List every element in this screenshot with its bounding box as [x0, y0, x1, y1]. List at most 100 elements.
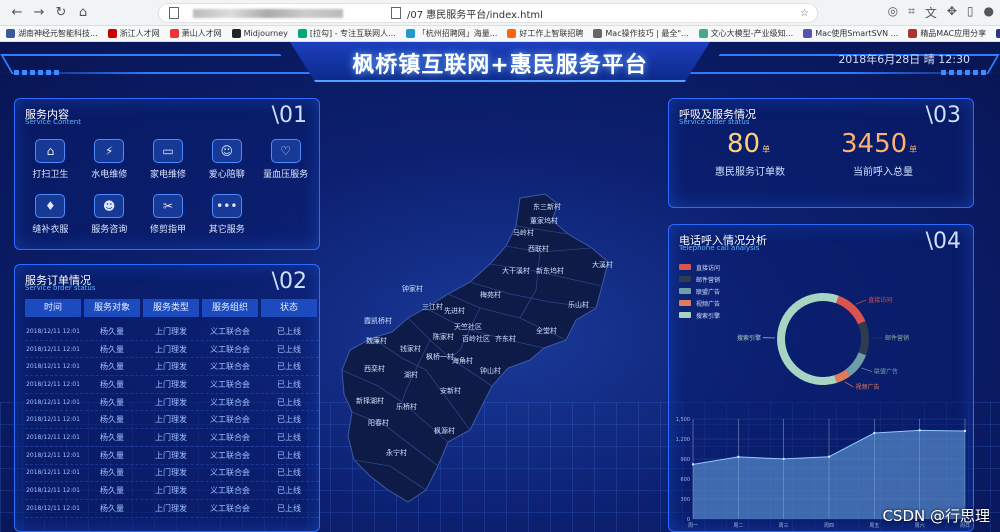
- area-point[interactable]: [827, 455, 831, 458]
- table-header-cell: 状态: [261, 299, 317, 317]
- service-item[interactable]: ♦ 缝补衣服: [21, 194, 80, 235]
- village-label[interactable]: 全堂村: [536, 326, 557, 336]
- area-point[interactable]: [873, 431, 876, 435]
- village-label[interactable]: 三江村: [422, 302, 443, 312]
- area-point[interactable]: [782, 457, 785, 461]
- village-label[interactable]: 海角村: [452, 356, 473, 366]
- bookmark-item[interactable]: 湖南神经元智能科技...: [6, 28, 98, 39]
- village-label[interactable]: 大溪村: [592, 260, 613, 270]
- area-point[interactable]: [918, 429, 921, 432]
- bookmarks-bar: 湖南神经元智能科技... 浙江人才网 萧山人才网 Midjourney [拉勾] - 专…: [0, 26, 1000, 42]
- service-item[interactable]: ✂ 修剪指甲: [139, 194, 198, 235]
- village-label[interactable]: 钟山村: [480, 366, 501, 376]
- table-row: 2018/12/11 12:01 杨久量 上门理发 义工联合会 已上线: [25, 411, 319, 430]
- table-cell: 杨久量: [100, 326, 124, 336]
- bookmark-item[interactable]: 文心大模型-产业级知...: [698, 28, 793, 39]
- extension-icon[interactable]: ◎: [888, 4, 898, 21]
- orders-subtitle: Service order status: [25, 284, 96, 292]
- bookmark-item[interactable]: 「杭州招聘网」海量...: [405, 28, 497, 39]
- service-item[interactable]: ☻ 服务咨询: [80, 194, 139, 235]
- village-label[interactable]: 乐桥村: [396, 402, 417, 412]
- bookmark-label: 湖南神经元智能科技...: [18, 29, 98, 38]
- village-label[interactable]: 新择湖村: [356, 396, 384, 406]
- crop-icon[interactable]: ⌗: [908, 4, 915, 21]
- table-cell: 义工联合会: [210, 450, 250, 460]
- village-label[interactable]: 梅苑村: [480, 290, 501, 300]
- service-item[interactable]: ☺ 爱心陪聊: [197, 139, 256, 180]
- table-cell: 2018/12/11 12:01: [26, 487, 80, 495]
- village-label[interactable]: 东三新村: [533, 202, 561, 212]
- home-icon[interactable]: ⌂: [72, 2, 94, 24]
- area-point[interactable]: [737, 455, 740, 459]
- village-label[interactable]: 齐东村: [495, 334, 516, 344]
- table-cell: 杨久量: [100, 468, 124, 478]
- village-label[interactable]: 钱家村: [400, 344, 421, 354]
- bookmark-item[interactable]: Macbook超级新手使...: [996, 28, 1000, 39]
- y-tick-label: 900: [680, 457, 690, 463]
- table-row: 2018/12/11 12:01 杨久量 上门理发 义工联合会 已上线: [25, 394, 319, 412]
- bookmark-item[interactable]: Midjourney: [231, 29, 288, 38]
- services-grid: ⌂ 打扫卫生 ⚡ 水电维修 ▭ 家电维修 ☺ 爱心陪聊 ♡ 量血压服务 ♦ 缝补衣服 ☻ 服务咨询 ✂ 修剪指…: [21, 139, 315, 235]
- table-cell: 上门理发: [155, 379, 187, 389]
- village-label[interactable]: 陈家村: [433, 332, 454, 342]
- bookmark-label: [拉勾] - 专注互联网人...: [309, 29, 396, 38]
- sidebar-icon[interactable]: ▯: [967, 4, 974, 21]
- bookmark-item[interactable]: 浙江人才网: [107, 28, 160, 39]
- bookmark-item[interactable]: 萧山人才网: [169, 28, 222, 39]
- map-region[interactable]: [341, 193, 609, 503]
- service-item[interactable]: ♡ 量血压服务: [256, 139, 315, 180]
- puzzle-icon[interactable]: ✥: [947, 4, 957, 21]
- service-item[interactable]: ▭ 家电维修: [139, 139, 198, 180]
- service-item[interactable]: ••• 其它服务: [197, 194, 256, 235]
- village-label[interactable]: 新东坞村: [536, 266, 564, 276]
- forward-icon[interactable]: →: [28, 2, 50, 24]
- village-label[interactable]: 大干溪村: [502, 266, 530, 276]
- service-item[interactable]: ⚡ 水电维修: [80, 139, 139, 180]
- village-label[interactable]: 钟家村: [402, 284, 423, 294]
- village-label[interactable]: 百岭社区: [462, 334, 490, 344]
- bookmark-item[interactable]: [拉勾] - 专注互联网人...: [297, 28, 396, 39]
- profile-icon[interactable]: ●: [984, 4, 994, 21]
- area-point[interactable]: [963, 429, 967, 433]
- village-label[interactable]: 马岭村: [513, 228, 534, 238]
- pie-slice[interactable]: [845, 352, 867, 377]
- village-label[interactable]: 永宁村: [386, 448, 407, 458]
- village-label[interactable]: 西联村: [528, 244, 549, 254]
- village-label[interactable]: 西栾村: [364, 364, 385, 374]
- pie-slice[interactable]: [858, 321, 869, 356]
- village-label[interactable]: 湖村: [404, 370, 418, 380]
- dashboard: 枫桥镇互联网+惠民服务平台 2018年6月28日 晴 12:30 服务内容 Se…: [0, 42, 1000, 532]
- village-label[interactable]: 枫桥一村: [426, 352, 454, 362]
- service-item[interactable]: ⌂ 打扫卫生: [21, 139, 80, 180]
- village-label[interactable]: 安新村: [440, 386, 461, 396]
- bookmark-item[interactable]: Mac操作技巧 | 最全"...: [593, 28, 689, 39]
- table-cell: 2018/12/11 12:01: [26, 327, 80, 335]
- address-bar[interactable]: /07 惠民服务平台/index.html ☆: [158, 3, 818, 23]
- village-label[interactable]: 天竺社区: [454, 322, 482, 332]
- page-icon: [169, 7, 179, 19]
- x-tick-label: 周二: [733, 523, 743, 529]
- table-cell: 杨久量: [100, 362, 124, 372]
- bookmark-item[interactable]: 好工作上智联招聘: [507, 28, 583, 39]
- pie-slice[interactable]: [836, 295, 866, 325]
- bookmark-item[interactable]: 精品MAC应用分享: [908, 28, 986, 39]
- y-tick-label: 1,500: [676, 417, 690, 423]
- pie-slice[interactable]: [777, 293, 839, 385]
- village-label[interactable]: 先进村: [444, 306, 465, 316]
- translate-icon[interactable]: 文: [925, 4, 937, 21]
- table-row: 2018/12/11 12:01 杨久量 上门理发 义工联合会 已上线: [25, 376, 319, 394]
- y-tick-label: 600: [680, 477, 690, 483]
- orders-panel: 服务订单情况 Service order status \02 时间 服务对象 服务…: [14, 264, 320, 532]
- area-point[interactable]: [691, 463, 695, 466]
- bookmark-item[interactable]: Mac使用SmartSVN ...: [803, 28, 898, 39]
- back-icon[interactable]: ←: [6, 2, 28, 24]
- village-label[interactable]: 乐山村: [568, 300, 589, 310]
- village-label[interactable]: 董家坞村: [530, 216, 558, 226]
- village-label[interactable]: 魏廉村: [366, 336, 387, 346]
- reload-icon[interactable]: ↻: [50, 2, 72, 24]
- village-label[interactable]: 霞凯桥村: [364, 316, 392, 326]
- star-icon[interactable]: ☆: [800, 8, 809, 19]
- table-cell: 已上线: [277, 486, 301, 496]
- village-label[interactable]: 阳春村: [368, 418, 389, 428]
- village-label[interactable]: 枫源村: [434, 426, 455, 436]
